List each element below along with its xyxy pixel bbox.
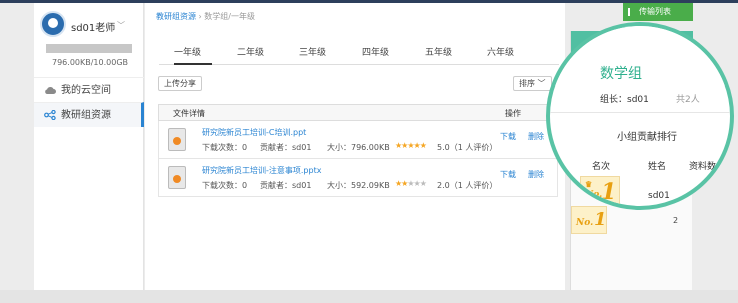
rank-count-background: 2 [673,216,679,225]
contributor: 贡献者：sd01 [260,181,312,190]
sidebar-item-group-resources[interactable]: 教研组资源 [34,102,144,127]
table-row: 研究院新员工培训-C培训.ppt 下载次数：0 贡献者：sd01 大小：796.… [158,121,558,159]
download-link[interactable]: 下载 [500,169,516,180]
share-icon [44,110,56,120]
transfer-list-button[interactable]: 传输列表 [623,3,693,21]
storage-quota-bar [46,44,132,53]
tab-grade-6[interactable]: 六年级 [487,45,514,65]
tab-grade-3[interactable]: 三年级 [299,45,326,65]
chevron-down-icon: ﹀ [117,21,125,30]
table-header: 文件详情 操作 [158,104,558,121]
rating-text: 2.0（1 人评价） [437,181,498,190]
download-count: 下载次数：0 [202,181,248,190]
column-header-actions: 操作 [505,109,521,118]
sort-dropdown[interactable]: 排序 ﹀ [513,76,552,91]
breadcrumb-root-link[interactable]: 教研组资源 [156,12,196,21]
file-size: 大小：592.09KB [327,181,390,190]
column-header-count: 资料数 [689,162,717,172]
avatar [40,11,66,37]
sidebar: sd01老师 ﹀ 796.00KB/10.00GB 我的云空间 教研组资源 [34,3,144,293]
download-count: 下载次数：0 [202,143,248,152]
ranking-name: sd01 [648,191,670,201]
crown-icon: ♛ [585,179,593,189]
group-leader: 组长：sd01 [600,95,649,105]
column-header-rank: 名次 [592,162,611,172]
group-title: 数学组 [600,66,642,82]
chevron-down-icon: ﹀ [537,79,546,88]
tab-grade-1[interactable]: 一年级 [174,45,212,65]
tab-grade-5[interactable]: 五年级 [425,45,452,65]
download-link[interactable]: 下载 [500,131,516,142]
rank-1-badge: ♛ No. 1 [580,176,620,206]
divider [550,112,730,113]
grade-tabs: 一年级 二年级 三年级 四年级 五年级 六年级 [159,45,559,65]
username: sd01老师 [71,23,116,34]
user-menu[interactable]: sd01老师 ﹀ [40,11,140,39]
file-name-link[interactable]: 研究院新员工培训-注意事项.pptx [202,165,321,176]
ppt-file-icon [168,166,186,189]
upload-share-button[interactable]: 上传分享 [158,76,202,91]
ppt-file-icon [168,128,186,151]
star-rating: ★★★★★ [395,179,427,188]
bottom-shadow [0,290,738,303]
breadcrumb-current: 数学组/一年级 [204,12,255,21]
column-header-details: 文件详情 [173,109,205,118]
sidebar-item-my-cloud[interactable]: 我的云空间 [34,77,144,102]
rating-text: 5.0（1 人评价） [437,143,498,152]
group-header [550,26,730,86]
table-row: 研究院新员工培训-注意事项.pptx 下载次数：0 贡献者：sd01 大小：59… [158,159,558,197]
file-table: 文件详情 操作 研究院新员工培训-C培训.ppt 下载次数：0 贡献者：sd01… [158,104,558,197]
main-content: 教研组资源 › 数学组/一年级 一年级 二年级 三年级 四年级 五年级 六年级 … [145,3,565,293]
file-name-link[interactable]: 研究院新员工培训-C培训.ppt [202,127,306,138]
cloud-icon [45,87,56,94]
rank-badge-background: No. 1 [571,206,607,234]
breadcrumb: 教研组资源 › 数学组/一年级 [156,11,255,22]
contributor: 贡献者：sd01 [260,143,312,152]
magnified-group-panel: 数学组 组长：sd01 共2人 小组贡献排行 名次 姓名 资料数 ♛ No. 1… [546,22,734,210]
star-rating: ★★★★★ [395,141,427,150]
column-header-name: 姓名 [648,162,667,172]
member-count: 共2人 [676,95,700,105]
file-size: 大小：796.00KB [327,143,390,152]
tab-grade-2[interactable]: 二年级 [237,45,264,65]
ranking-count: 2 [704,191,710,201]
sidebar-item-label: 我的云空间 [61,85,111,96]
tab-grade-4[interactable]: 四年级 [362,45,389,65]
sidebar-item-label: 教研组资源 [61,110,111,121]
delete-link[interactable]: 删除 [528,169,544,180]
delete-link[interactable]: 删除 [528,131,544,142]
storage-quota-text: 796.00KB/10.00GB [52,58,129,67]
ranking-title: 小组贡献排行 [617,132,677,143]
sidebar-nav: 我的云空间 教研组资源 [34,77,144,127]
